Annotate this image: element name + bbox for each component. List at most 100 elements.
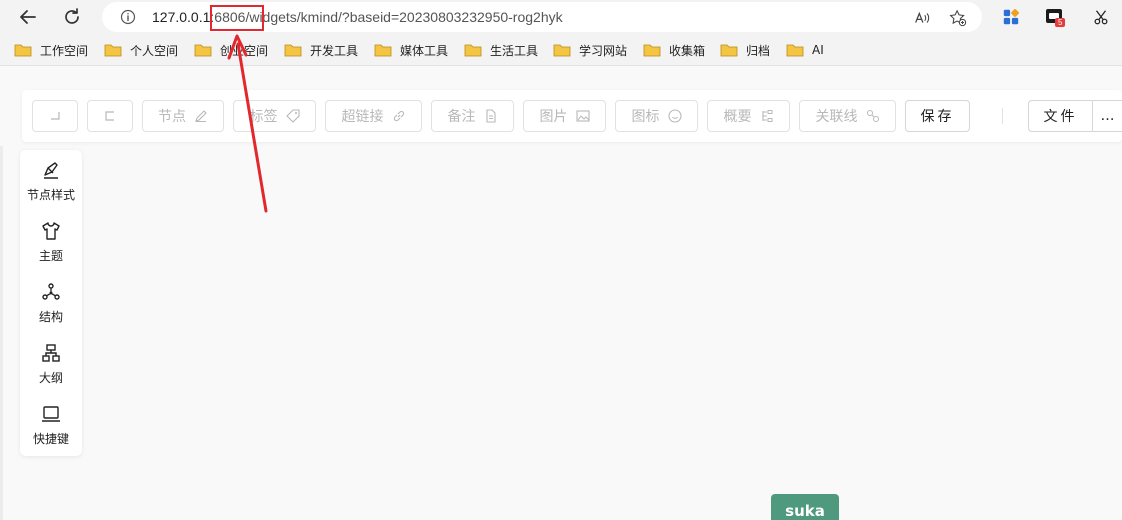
sidebar-item-label: 快捷键 <box>32 432 69 446</box>
folder-icon <box>284 44 302 57</box>
bookmark-folder[interactable]: 创业空间 <box>194 40 268 60</box>
pencil-icon <box>195 110 207 123</box>
arrow-left-icon <box>20 10 36 24</box>
extension-badge: 5 <box>1058 18 1063 27</box>
sidebar-item-label: 主题 <box>38 249 63 263</box>
sidebar-item-structure[interactable]: 结构 <box>20 274 82 330</box>
folder-icon <box>643 44 661 57</box>
info-icon[interactable] <box>120 9 136 25</box>
browser-toolbar: 127.0.0.1:6806/widgets/kmind/?baseid=202… <box>0 0 1122 34</box>
bookmark-folder[interactable]: 学习网站 <box>553 40 627 60</box>
hyperlink-button-label: 超链接 <box>341 109 384 125</box>
image-icon <box>575 110 590 122</box>
extension-with-badge[interactable]: 5 <box>1044 6 1066 28</box>
more-button[interactable]: … <box>1092 100 1122 132</box>
back-button[interactable] <box>14 4 42 30</box>
hyperlink-button[interactable]: 超链接 <box>325 100 422 132</box>
image-button[interactable]: 图片 <box>523 100 606 132</box>
cut-button[interactable] <box>1090 6 1112 28</box>
bookmark-folder[interactable]: 工作空间 <box>14 40 88 60</box>
bookmark-folder[interactable]: 归档 <box>720 40 770 60</box>
bookmark-label: 个人空间 <box>130 43 179 58</box>
document-icon <box>485 109 496 123</box>
favorite-button[interactable] <box>948 8 968 28</box>
sidebar-item-label: 节点样式 <box>26 188 75 202</box>
mindmap-app: 节点 标签 超链接 备注 图片 图标 概要 关联线 保存 文件 … 节点样式 主… <box>0 66 1122 520</box>
read-aloud-icon <box>915 11 930 23</box>
bookmark-folder[interactable]: 媒体工具 <box>374 40 448 60</box>
reload-button[interactable] <box>58 4 86 30</box>
undo-button[interactable] <box>32 100 78 132</box>
bookmark-folder[interactable]: 开发工具 <box>284 40 358 60</box>
extensions-button[interactable] <box>1000 6 1022 28</box>
bookmark-folder[interactable]: 收集箱 <box>643 40 705 60</box>
panel-edge <box>0 146 3 520</box>
summary-button[interactable]: 概要 <box>707 100 790 132</box>
folder-icon <box>464 44 482 57</box>
extensions-icon <box>1003 9 1019 25</box>
mindmap-root-node[interactable]: suka <box>771 494 839 520</box>
extension-icon <box>1046 9 1065 27</box>
bookmark-label: 归档 <box>746 43 771 58</box>
image-button-label: 图片 <box>539 109 568 125</box>
side-panel: 节点样式 主题 结构 大纲 快捷键 <box>20 150 82 456</box>
read-aloud-button[interactable] <box>912 8 932 28</box>
url-path: /widgets/kmind/?baseid=20230803232950-ro… <box>245 9 563 25</box>
bookmark-folder[interactable]: AI <box>786 40 824 60</box>
relation-line-button[interactable]: 关联线 <box>799 100 896 132</box>
folder-icon <box>14 44 32 57</box>
bookmark-label: 开发工具 <box>310 43 359 58</box>
star-add-icon <box>949 9 967 27</box>
redo-icon <box>105 111 114 121</box>
sidebar-item-theme[interactable]: 主题 <box>20 213 82 269</box>
url-host: 127.0.0.1 <box>152 9 211 25</box>
structure-icon <box>42 283 60 300</box>
tag-icon <box>285 109 300 123</box>
redo-button[interactable] <box>87 100 133 132</box>
folder-icon <box>553 44 571 57</box>
annotation-highlight-box <box>210 5 264 31</box>
folder-icon <box>104 44 122 57</box>
sidebar-item-label: 结构 <box>38 310 63 324</box>
note-button-label: 备注 <box>447 109 476 125</box>
file-button[interactable]: 文件 <box>1028 100 1093 132</box>
folder-icon <box>194 44 212 57</box>
bookmark-label: 学习网站 <box>579 43 628 58</box>
node-button[interactable]: 节点 <box>142 100 224 132</box>
tag-button-label: 标签 <box>249 109 278 125</box>
file-button-label: 文件 <box>1043 109 1078 125</box>
undo-icon <box>51 112 60 120</box>
bookmark-folder[interactable]: 个人空间 <box>104 40 178 60</box>
outline-icon <box>42 344 60 362</box>
folder-icon <box>720 44 738 57</box>
icon-button[interactable]: 图标 <box>615 100 698 132</box>
toolbar-divider <box>1002 108 1003 124</box>
sidebar-item-outline[interactable]: 大纲 <box>20 335 82 391</box>
node-button-label: 节点 <box>158 109 186 125</box>
smiley-icon <box>667 109 682 123</box>
tag-button[interactable]: 标签 <box>233 100 316 132</box>
note-button[interactable]: 备注 <box>431 100 514 132</box>
bookmark-label: 工作空间 <box>40 43 89 58</box>
bookmark-label: 创业空间 <box>220 43 269 58</box>
bookmark-label: AI <box>812 43 824 57</box>
folder-icon <box>374 44 392 57</box>
bookmark-label: 收集箱 <box>669 43 706 58</box>
bookmarks-bar: 工作空间 个人空间 创业空间 开发工具 媒体工具 生活工具 学习网站 收集箱 归… <box>0 34 1122 66</box>
laptop-icon <box>42 406 60 422</box>
scissors-icon <box>1094 10 1108 25</box>
summary-button-label: 概要 <box>723 109 752 125</box>
bookmark-folder[interactable]: 生活工具 <box>464 40 538 60</box>
link-icon <box>393 110 404 122</box>
save-button[interactable]: 保存 <box>905 100 970 132</box>
more-button-label: … <box>1100 108 1115 124</box>
sidebar-item-node-style[interactable]: 节点样式 <box>20 152 82 208</box>
relation-line-button-label: 关联线 <box>815 109 858 125</box>
sidebar-item-shortcuts[interactable]: 快捷键 <box>20 396 82 452</box>
folder-icon <box>786 44 804 57</box>
brush-icon <box>44 162 58 179</box>
icon-button-label: 图标 <box>631 109 660 125</box>
relation-icon <box>866 110 879 122</box>
bookmark-label: 媒体工具 <box>400 43 449 58</box>
sidebar-item-label: 大纲 <box>38 371 63 385</box>
